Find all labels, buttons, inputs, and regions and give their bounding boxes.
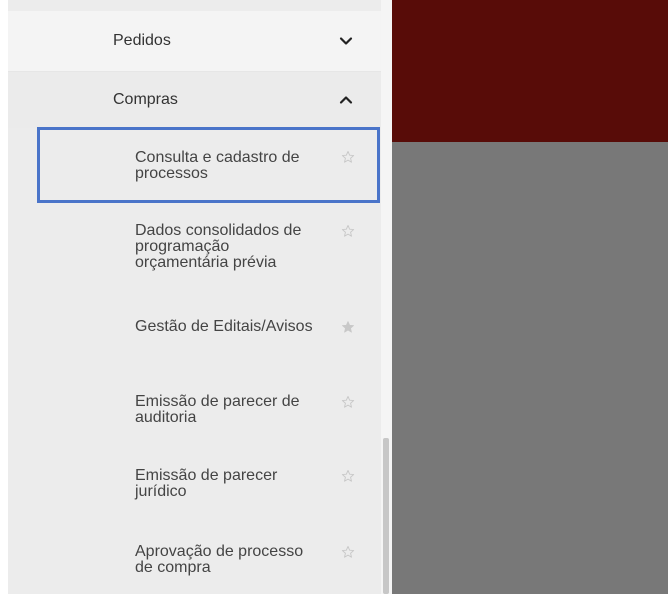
menu-item-label: Emissão de parecer de auditoria (135, 393, 300, 426)
modal-backdrop-overlay[interactable] (392, 142, 668, 594)
menu-item-label: Consulta e cadastro de processos (135, 149, 300, 182)
menu-column: Pedidos Compras Consulta e cadastro de p… (8, 0, 381, 594)
chevron-down-icon (339, 37, 353, 45)
star-outline-icon[interactable] (341, 395, 355, 409)
menu-item-label: Aprovação de processo de compra (135, 543, 304, 576)
group-pedidos[interactable]: Pedidos (8, 11, 381, 72)
star-outline-icon[interactable] (341, 469, 355, 483)
star-filled-icon[interactable] (341, 320, 355, 334)
sidebar-menu: Pedidos Compras Consulta e cadastro de p… (0, 0, 392, 594)
star-outline-icon[interactable] (341, 224, 355, 238)
menu-item-emissao-parecer-juridico[interactable]: Emissão de parecer jurídico (8, 449, 381, 521)
menu-item-label: Gestão de Editais/Avisos (135, 318, 313, 335)
group-pedidos-label: Pedidos (113, 32, 171, 49)
star-outline-icon[interactable] (341, 150, 355, 164)
menu-item-gestao-editais[interactable]: Gestão de Editais/Avisos (8, 300, 381, 372)
chevron-up-icon (339, 96, 353, 104)
star-outline-icon[interactable] (341, 545, 355, 559)
menu-item-emissao-parecer-auditoria[interactable]: Emissão de parecer de auditoria (8, 375, 381, 447)
menu-item-consulta-cadastro-processos[interactable]: Consulta e cadastro de processos (8, 128, 381, 203)
group-compras[interactable]: Compras (8, 72, 381, 128)
app-header-bar (392, 0, 668, 142)
menu-item-label: Dados consolidados de programação orçame… (135, 222, 302, 271)
scrollbar-thumb[interactable] (383, 438, 389, 594)
menu-item-dados-consolidados[interactable]: Dados consolidados de programação orçame… (8, 208, 381, 298)
menu-item-aprovacao-processo-compra[interactable]: Aprovação de processo de compra (8, 525, 381, 594)
group-compras-label: Compras (113, 91, 178, 108)
menu-item-label: Emissão de parecer jurídico (135, 467, 278, 500)
